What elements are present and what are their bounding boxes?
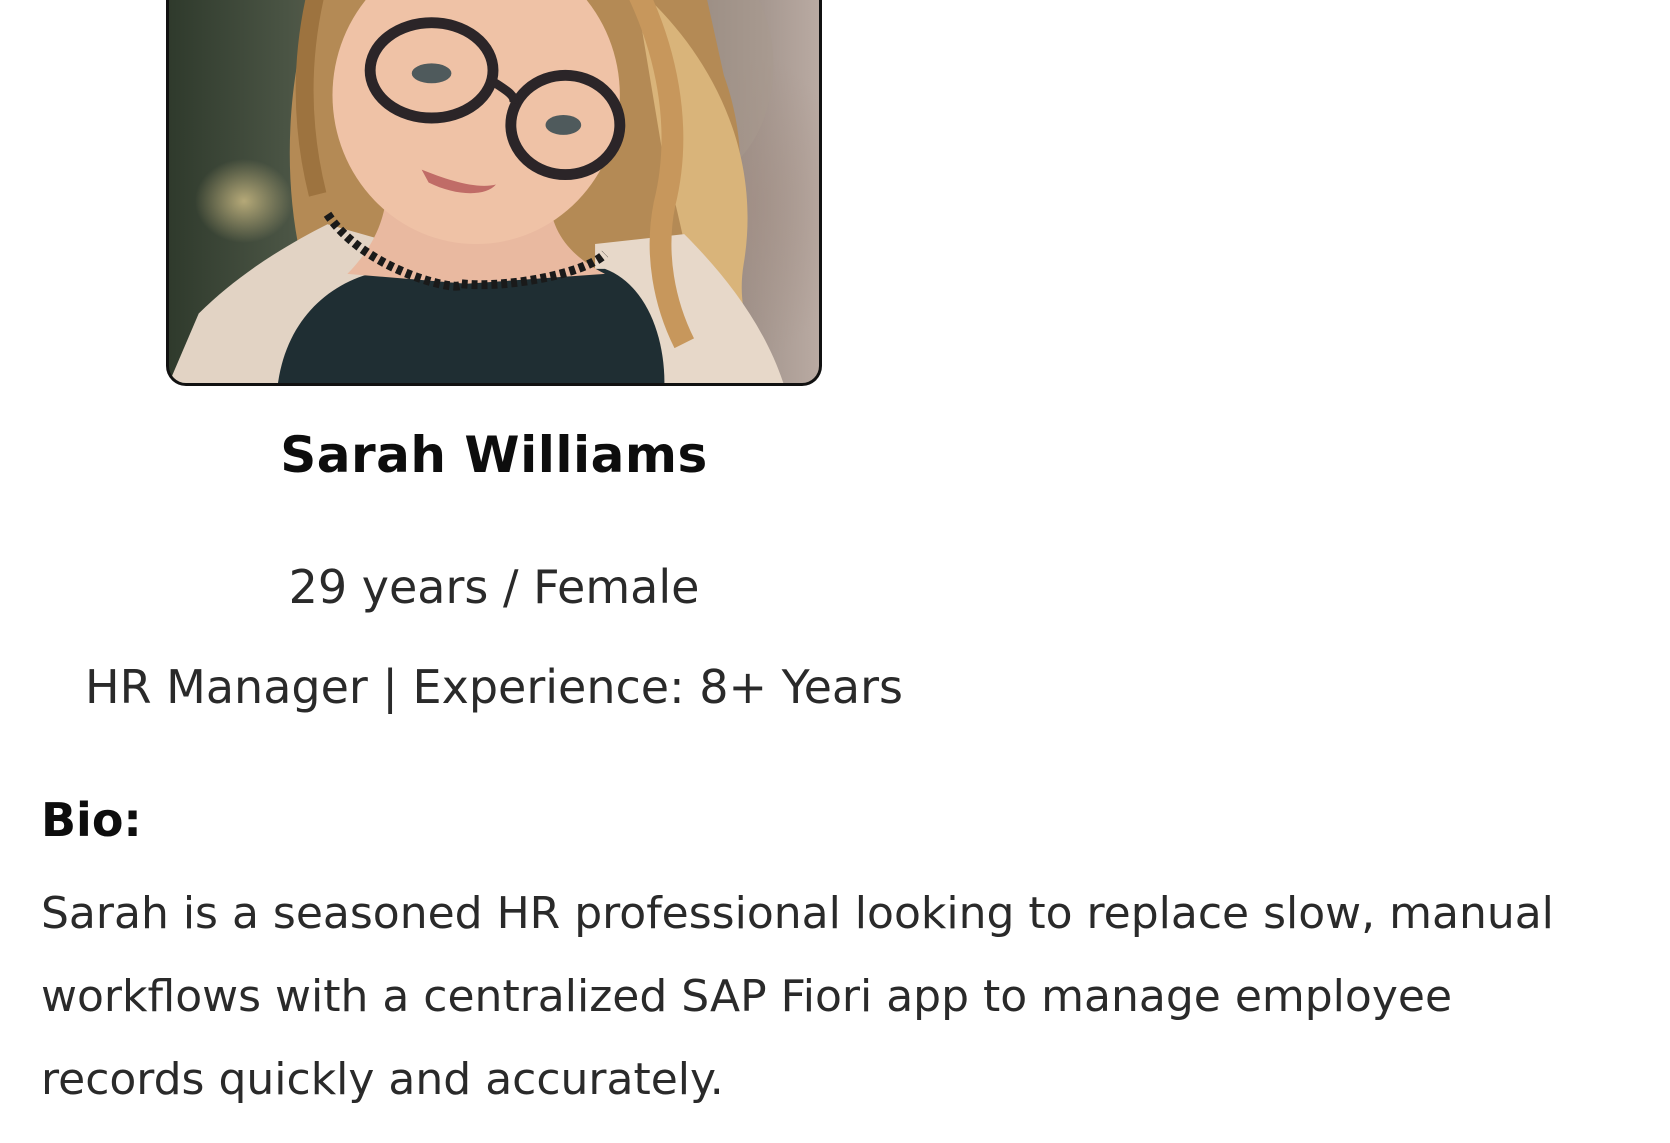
bio-text: Sarah is a seasoned HR professional look… bbox=[41, 888, 1554, 1105]
persona-name: Sarah Williams bbox=[280, 426, 708, 484]
persona-role-experience: HR Manager | Experience: 8+ Years bbox=[85, 660, 903, 714]
bio-heading: Bio: bbox=[41, 793, 142, 847]
persona-age-gender: 29 years / Female bbox=[288, 560, 700, 614]
portrait-image bbox=[169, 0, 784, 383]
persona-card: Sarah Williams 29 years / Female HR Mana… bbox=[0, 0, 1670, 1143]
profile-photo bbox=[166, 0, 822, 386]
